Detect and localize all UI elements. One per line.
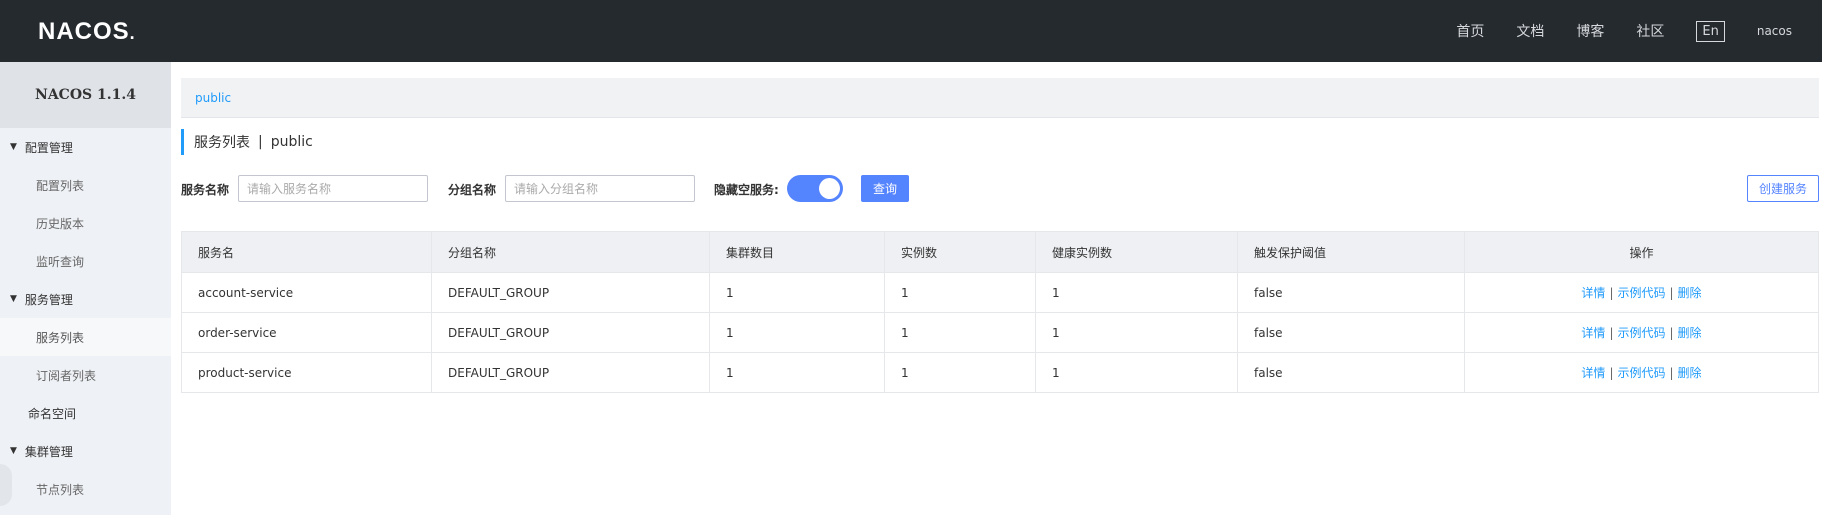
nav-blog[interactable]: 博客 (1576, 21, 1604, 41)
cell-group-name: DEFAULT_GROUP (431, 352, 710, 393)
cell-cluster-count: 1 (709, 352, 885, 393)
table-row: order-service DEFAULT_GROUP 1 1 1 false … (181, 312, 1819, 353)
cell-protect-threshold: false (1237, 352, 1465, 393)
sample-code-link[interactable]: 示例代码 (1617, 326, 1665, 340)
table-row: product-service DEFAULT_GROUP 1 1 1 fals… (181, 352, 1819, 393)
language-switch-button[interactable]: En (1696, 20, 1725, 42)
op-separator: | (1609, 326, 1614, 340)
cell-protect-threshold: false (1237, 272, 1465, 313)
cell-instance-count: 1 (884, 312, 1036, 353)
col-group-name: 分组名称 (431, 231, 710, 273)
nav-community[interactable]: 社区 (1636, 21, 1664, 41)
namespace-bar: public (181, 78, 1819, 118)
service-table: 服务名 分组名称 集群数目 实例数 健康实例数 触发保护阈值 操作 accoun… (181, 231, 1819, 393)
col-protect-threshold: 触发保护阈值 (1237, 231, 1465, 273)
sidebar-group-label: 配置管理 (24, 140, 73, 155)
detail-link[interactable]: 详情 (1581, 366, 1605, 380)
toggle-knob (819, 178, 840, 199)
top-navbar: NACOS. 首页 文档 博客 社区 En nacos (0, 0, 1822, 62)
delete-link[interactable]: 删除 (1678, 366, 1702, 380)
sidebar-group-label: 服务管理 (24, 292, 73, 307)
nav-docs[interactable]: 文档 (1516, 21, 1544, 41)
cell-operations: 详情 | 示例代码 | 删除 (1464, 352, 1819, 393)
triangle-down-icon: ▼ (10, 446, 17, 456)
cell-operations: 详情 | 示例代码 | 删除 (1464, 312, 1819, 353)
cell-cluster-count: 1 (709, 272, 885, 313)
table-row: account-service DEFAULT_GROUP 1 1 1 fals… (181, 272, 1819, 313)
cell-healthy-count: 1 (1035, 352, 1238, 393)
query-button[interactable]: 查询 (861, 175, 909, 202)
detail-link[interactable]: 详情 (1581, 286, 1605, 300)
sidebar-group-cluster[interactable]: ▼ 集群管理 (0, 432, 171, 470)
cell-healthy-count: 1 (1035, 272, 1238, 313)
username[interactable]: nacos (1757, 24, 1792, 38)
op-separator: | (1609, 286, 1614, 300)
cell-group-name: DEFAULT_GROUP (431, 312, 710, 353)
sidebar-collapse-handle[interactable] (0, 464, 12, 506)
title-separator: | (258, 134, 263, 150)
sidebar-item-listener-query[interactable]: 监听查询 (0, 242, 171, 280)
col-healthy-instance-count: 健康实例数 (1035, 231, 1238, 273)
sidebar: NACOS 1.1.4 ▼ 配置管理 配置列表 历史版本 监听查询 ▼ 服务管理… (0, 62, 171, 515)
detail-link[interactable]: 详情 (1581, 326, 1605, 340)
cell-service-name: product-service (181, 352, 432, 393)
namespace-link-public[interactable]: public (195, 91, 231, 105)
filter-bar: 服务名称 分组名称 隐藏空服务: 查询 创建服务 (181, 175, 1819, 202)
version-title: NACOS 1.1.4 (0, 62, 171, 128)
triangle-down-icon: ▼ (10, 294, 17, 304)
cell-protect-threshold: false (1237, 312, 1465, 353)
sidebar-item-subscriber-list[interactable]: 订阅者列表 (0, 356, 171, 394)
cell-group-name: DEFAULT_GROUP (431, 272, 710, 313)
page-title-namespace: public (270, 134, 313, 150)
top-nav: 首页 文档 博客 社区 En nacos (1456, 0, 1822, 62)
sample-code-link[interactable]: 示例代码 (1617, 366, 1665, 380)
create-service-button[interactable]: 创建服务 (1747, 175, 1819, 202)
op-separator: | (1669, 366, 1674, 380)
cell-service-name: account-service (181, 272, 432, 313)
sample-code-link[interactable]: 示例代码 (1617, 286, 1665, 300)
logo-dot: . (129, 23, 136, 43)
cell-instance-count: 1 (884, 352, 1036, 393)
nav-home[interactable]: 首页 (1456, 21, 1484, 41)
op-separator: | (1669, 286, 1674, 300)
sidebar-item-config-list[interactable]: 配置列表 (0, 166, 171, 204)
hide-empty-label: 隐藏空服务: (714, 183, 779, 197)
delete-link[interactable]: 删除 (1678, 326, 1702, 340)
group-name-input[interactable] (505, 175, 695, 202)
col-operations: 操作 (1464, 231, 1819, 273)
op-separator: | (1609, 366, 1614, 380)
page-title: 服务列表 | public (181, 129, 313, 155)
cell-service-name: order-service (181, 312, 432, 353)
service-name-label: 服务名称 (181, 183, 230, 197)
service-name-input[interactable] (238, 175, 428, 202)
hide-empty-toggle[interactable] (787, 175, 843, 202)
cell-cluster-count: 1 (709, 312, 885, 353)
sidebar-group-service[interactable]: ▼ 服务管理 (0, 280, 171, 318)
sidebar-item-history[interactable]: 历史版本 (0, 204, 171, 242)
sidebar-group-label: 集群管理 (24, 444, 73, 459)
logo-text: NACOS (38, 18, 130, 45)
col-service-name: 服务名 (181, 231, 432, 273)
sidebar-item-node-list[interactable]: 节点列表 (0, 470, 171, 508)
triangle-down-icon: ▼ (10, 142, 17, 152)
page-title-text: 服务列表 (194, 135, 250, 151)
op-separator: | (1669, 326, 1674, 340)
sidebar-item-namespace[interactable]: 命名空间 (0, 394, 171, 432)
delete-link[interactable]: 删除 (1678, 286, 1702, 300)
sidebar-item-service-list[interactable]: 服务列表 (0, 318, 171, 356)
table-header-row: 服务名 分组名称 集群数目 实例数 健康实例数 触发保护阈值 操作 (181, 231, 1819, 273)
nacos-logo[interactable]: NACOS. (38, 18, 136, 46)
cell-healthy-count: 1 (1035, 312, 1238, 353)
cell-instance-count: 1 (884, 272, 1036, 313)
col-instance-count: 实例数 (884, 231, 1036, 273)
group-name-label: 分组名称 (448, 183, 497, 197)
col-cluster-count: 集群数目 (709, 231, 885, 273)
sidebar-group-config[interactable]: ▼ 配置管理 (0, 128, 171, 166)
cell-operations: 详情 | 示例代码 | 删除 (1464, 272, 1819, 313)
